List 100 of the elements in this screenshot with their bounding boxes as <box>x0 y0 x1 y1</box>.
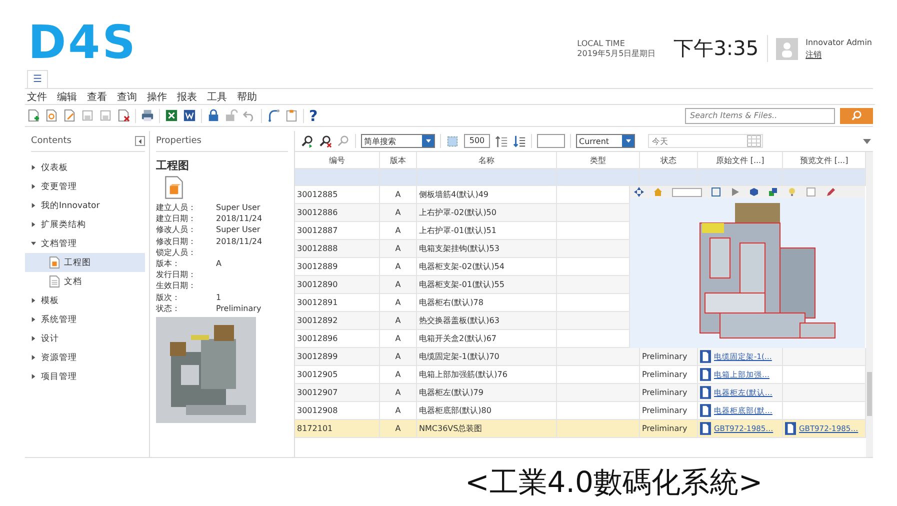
unlock-icon[interactable] <box>225 109 238 122</box>
caret-icon[interactable] <box>863 138 871 144</box>
column-header[interactable]: 原始文件 [...] <box>698 152 783 168</box>
table-cell: A <box>395 226 401 235</box>
column-header[interactable]: 版本 <box>380 152 417 168</box>
workflow-icon[interactable] <box>267 109 280 122</box>
table-cell: Preliminary <box>642 406 688 415</box>
edit-document-icon[interactable] <box>63 109 76 122</box>
table-row[interactable]: 30012888 A 电箱支架挂钩(默认)53 <box>295 240 630 258</box>
collapse-panel-button[interactable] <box>135 136 145 146</box>
table-cell: 电箱上部加强筋(默认)76 <box>419 369 508 380</box>
table-cell: 30012907 <box>297 388 338 397</box>
table-cell: A <box>395 334 401 343</box>
search-icon <box>851 110 862 121</box>
search-button[interactable] <box>840 108 873 124</box>
table-cell: Preliminary <box>642 388 688 397</box>
tree-item[interactable]: 扩展类结构 <box>31 215 145 234</box>
item-title: 工程图 <box>156 158 190 173</box>
table-cell: 30012899 <box>297 352 338 361</box>
table-cell: A <box>395 424 401 433</box>
tree-item[interactable]: 我的Innovator <box>31 196 145 215</box>
tree-item[interactable]: 模板 <box>31 291 145 310</box>
file-icon <box>785 422 796 435</box>
scrollbar[interactable] <box>866 152 873 457</box>
table-cell: 30012908 <box>297 406 338 415</box>
main-tab[interactable]: ☰ <box>27 70 48 88</box>
field-label: 修改人员： <box>156 224 197 236</box>
table-cell: A <box>395 208 401 217</box>
fit-view-icon[interactable] <box>711 187 721 197</box>
menu-item[interactable]: 编辑 <box>57 90 77 104</box>
column-header[interactable]: 名称 <box>417 152 557 168</box>
save-icon[interactable] <box>81 109 94 122</box>
calendar-icon[interactable] <box>747 135 761 147</box>
table-row[interactable]: 30012892 A 热交换器盖板(默认)63 <box>295 312 630 330</box>
clipboard-icon[interactable] <box>285 109 298 122</box>
caret-icon <box>138 138 142 144</box>
menu-item[interactable]: 报表 <box>177 90 197 104</box>
delete-document-icon[interactable] <box>117 109 130 122</box>
menu-item[interactable]: 操作 <box>147 90 167 104</box>
cad-document-icon <box>49 256 60 269</box>
menu-item[interactable]: 查询 <box>117 90 137 104</box>
word-document-icon[interactable] <box>183 109 196 122</box>
table-cell: 上右护罩-02(默认)50 <box>419 207 496 218</box>
run-search-icon[interactable] <box>301 134 314 148</box>
new-document-icon[interactable] <box>27 109 40 122</box>
help-button[interactable]: ? <box>309 106 318 124</box>
table-row[interactable]: 30012890 A 电器柜支架-01(默认)55 <box>295 276 630 294</box>
home-icon[interactable] <box>653 187 663 197</box>
tree-item[interactable]: 工程图 <box>25 253 145 272</box>
tree-item[interactable]: 项目管理 <box>31 367 145 386</box>
sort-ascending-icon[interactable] <box>495 134 508 148</box>
view-dropdown[interactable] <box>672 188 702 196</box>
menu-item[interactable]: 查看 <box>87 90 107 104</box>
table-cell: 侧板墙筋4(默认)49 <box>419 189 489 200</box>
field-label: 发行日期： <box>156 269 197 280</box>
menu-item[interactable]: 帮助 <box>237 90 257 104</box>
sort-descending-icon[interactable] <box>513 134 526 148</box>
caret-icon <box>626 139 630 143</box>
date-field[interactable]: 今天 <box>648 134 763 148</box>
move-icon[interactable] <box>634 187 644 197</box>
undo-icon[interactable] <box>243 109 256 122</box>
lock-icon[interactable] <box>207 109 220 122</box>
menu-item[interactable]: 文件 <box>27 90 47 104</box>
page-size-field[interactable]: 500 <box>464 134 490 148</box>
menu-item[interactable]: 工具 <box>207 90 227 104</box>
tree-item[interactable]: 设计 <box>31 329 145 348</box>
date-text: 2019年5月5日星期日 <box>577 48 656 58</box>
print-icon[interactable] <box>141 109 154 122</box>
select-area-icon[interactable] <box>446 134 459 148</box>
search-mode-dropdown[interactable]: 简单搜索 <box>361 134 435 148</box>
tree-item[interactable]: 文档管理 <box>31 234 145 253</box>
table-cell: 30012885 <box>297 190 338 199</box>
tree-item[interactable]: 变更管理 <box>31 177 145 196</box>
search-field[interactable]: Search Items & Files.. <box>685 108 835 124</box>
field-value: 1 <box>216 292 222 303</box>
avatar-icon <box>776 38 798 60</box>
column-header[interactable]: 状态 <box>640 152 698 168</box>
version-dropdown[interactable]: Current <box>576 134 635 148</box>
clear-search-icon[interactable] <box>319 134 332 148</box>
tree-item[interactable]: 资源管理 <box>31 348 145 367</box>
table-cell: A <box>395 388 401 397</box>
document-icon <box>49 275 60 288</box>
save-as-icon[interactable] <box>99 109 112 122</box>
input-field[interactable] <box>537 134 565 148</box>
column-header[interactable]: 类型 <box>557 152 640 168</box>
table-cell: 30012887 <box>297 226 338 235</box>
table-cell: 电器柜右(默认)78 <box>419 297 484 308</box>
table-cell: A <box>395 316 401 325</box>
tree-item[interactable]: 仪表板 <box>31 158 145 177</box>
find-document-icon[interactable] <box>45 109 58 122</box>
logout-link[interactable]: 注销 <box>806 48 872 60</box>
tree-item[interactable]: 文档 <box>25 272 145 291</box>
tree-item[interactable]: 系统管理 <box>31 310 145 329</box>
column-header[interactable]: 编号 <box>295 152 380 168</box>
spreadsheet-icon[interactable] <box>165 109 178 122</box>
cubes-icon[interactable] <box>768 187 778 197</box>
square-icon[interactable] <box>806 187 816 197</box>
light-icon[interactable] <box>787 187 797 197</box>
search-icon[interactable] <box>337 134 350 148</box>
table-row[interactable]: 30012886 A 上右护罩-02(默认)50 <box>295 204 630 222</box>
